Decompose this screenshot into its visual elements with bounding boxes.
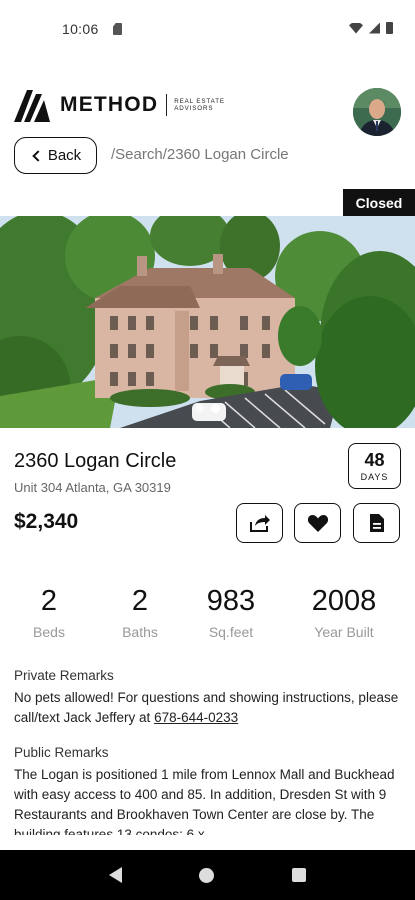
sim-icon <box>113 23 122 35</box>
document-icon <box>369 514 384 532</box>
user-avatar[interactable] <box>353 88 401 136</box>
public-remarks-title: Public Remarks <box>14 745 109 760</box>
stat-sqfeet: 983 Sq.feet <box>190 585 272 640</box>
days-count: 48 <box>364 450 385 470</box>
favorite-button[interactable] <box>294 503 341 543</box>
private-remarks-title: Private Remarks <box>14 668 114 683</box>
system-nav-bar <box>0 850 415 900</box>
phone-link[interactable]: 678-644-0233 <box>154 710 238 725</box>
back-label: Back <box>47 147 82 164</box>
share-icon <box>249 515 270 532</box>
listing-address: 2360 Logan Circle <box>14 450 177 472</box>
logo-mark-icon <box>14 90 50 122</box>
status-icons <box>349 22 393 34</box>
share-button[interactable] <box>236 503 283 543</box>
breadcrumb: /Search/2360 Logan Circle <box>111 146 289 163</box>
nav-back-icon[interactable] <box>108 867 122 883</box>
carousel-indicator[interactable] <box>0 404 415 413</box>
public-remarks-body: The Logan is positioned 1 mile from Lenn… <box>14 767 395 835</box>
stat-label: Year Built <box>314 624 374 640</box>
avatar-image <box>353 88 401 136</box>
days-label: DAYS <box>360 472 389 482</box>
chevron-left-icon <box>32 149 44 162</box>
stat-baths: 2 Baths <box>105 585 175 640</box>
listing-photo[interactable] <box>0 216 415 428</box>
battery-icon <box>386 22 393 34</box>
brand-name: METHOD <box>60 93 159 116</box>
brand-tagline-line2: ADVISORS <box>174 105 214 112</box>
building-image <box>0 216 415 428</box>
status-badge: Closed <box>343 189 415 216</box>
property-stats: 2 Beds 2 Baths 983 Sq.feet 2008 Year Bui… <box>0 585 415 645</box>
days-on-market: 48 DAYS <box>348 443 401 489</box>
nav-recents-icon[interactable] <box>292 868 307 882</box>
brand-tagline-line1: REAL ESTATE <box>174 98 225 105</box>
stat-value: 983 <box>206 585 256 617</box>
brand-logo: METHOD REAL ESTATE ADVISORS <box>14 86 225 124</box>
brand-tagline: REAL ESTATE ADVISORS <box>174 98 225 112</box>
status-bar: 10:06 <box>0 0 415 60</box>
status-time: 10:06 <box>62 21 99 37</box>
carousel-dot[interactable] <box>195 404 204 413</box>
stat-value: 2 <box>40 585 58 617</box>
stat-label: Beds <box>33 624 65 640</box>
heart-icon <box>307 515 328 532</box>
listing-unit-line: Unit 304 Atlanta, GA 30319 <box>14 480 171 495</box>
stat-value: 2 <box>131 585 149 617</box>
wifi-icon <box>349 22 363 34</box>
private-remarks-body: No pets allowed! For questions and showi… <box>14 688 406 728</box>
nav-home-icon[interactable] <box>199 867 215 883</box>
listing-price: $2,340 <box>14 510 79 533</box>
carousel-dot-active[interactable] <box>211 404 220 413</box>
stat-beds: 2 Beds <box>14 585 84 640</box>
stat-year-built: 2008 Year Built <box>300 585 388 640</box>
back-button[interactable]: Back <box>14 137 97 174</box>
document-button[interactable] <box>353 503 400 543</box>
stat-label: Sq.feet <box>208 624 254 640</box>
stat-value: 2008 <box>311 585 377 617</box>
cell-signal-icon <box>369 22 380 34</box>
stat-label: Baths <box>122 624 158 640</box>
logo-divider <box>166 94 168 116</box>
